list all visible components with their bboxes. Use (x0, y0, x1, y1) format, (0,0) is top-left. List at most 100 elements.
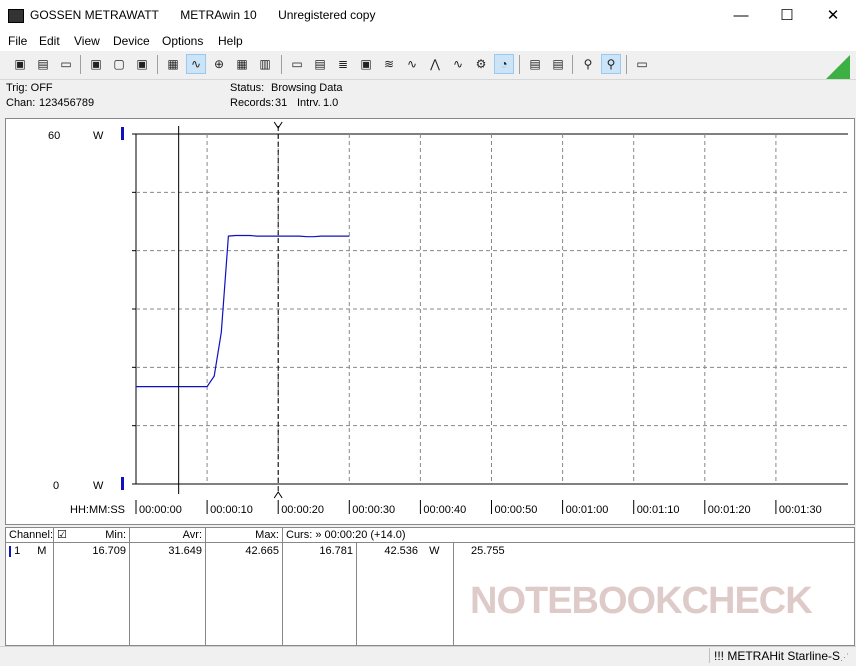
chart-cursors (178, 121, 283, 499)
y-unit-bottom: W (93, 480, 104, 492)
channel-header: Channel: (6, 528, 54, 543)
close-button[interactable]: ✕ (810, 0, 856, 31)
title-company: GOSSEN METRAWATT (30, 8, 159, 22)
min-value: 16.709 (54, 543, 130, 645)
intrv-label: Intrv. (297, 97, 321, 109)
maximize-button[interactable]: ☐ (764, 0, 810, 31)
wave-icon[interactable]: ∿ (402, 54, 422, 74)
chart-grid (135, 133, 848, 485)
new-icon[interactable]: ▣ (10, 54, 30, 74)
device-send-icon[interactable]: ▣ (132, 54, 152, 74)
toolbar-separator (519, 55, 520, 74)
title-bar: GOSSEN METRAWATT METRAwin 10 Unregistere… (0, 0, 856, 31)
app-icon[interactable] (8, 9, 24, 23)
channel-mode: M (37, 545, 47, 557)
avr-value: 31.649 (130, 543, 206, 645)
chart-series (136, 234, 350, 388)
menu-view[interactable]: View (74, 34, 100, 48)
chart-ticks (132, 133, 136, 485)
menu-bar: File Edit View Device Options Help (0, 31, 856, 51)
title-license: Unregistered copy (278, 8, 376, 22)
status-value: Browsing Data (271, 82, 343, 94)
x-axis-label: HH:MM:SS (70, 504, 125, 516)
keyboard-icon[interactable]: ▦ (163, 54, 183, 74)
table-icon[interactable]: ▦ (232, 54, 252, 74)
toolbar-separator (281, 55, 282, 74)
resize-grip-icon[interactable]: ⋰ (840, 652, 849, 663)
oscillation-icon[interactable]: ∿ (448, 54, 468, 74)
clock-icon[interactable]: ◔ (494, 54, 514, 74)
window-icon[interactable]: ▭ (287, 54, 307, 74)
channel-number: 1 (14, 545, 21, 557)
export-icon[interactable]: ▤ (310, 54, 330, 74)
line-graph-icon[interactable]: ∿ (186, 54, 206, 74)
x-tick-label: 00:01:00 (566, 504, 609, 516)
open-icon[interactable]: ▭ (56, 54, 76, 74)
checkbox-header[interactable]: ☑ Min: (54, 528, 130, 543)
status-area: Trig: OFF Chan: 123456789 Status: Browsi… (0, 80, 856, 114)
records-label: Records: (230, 97, 275, 109)
zoom-wave-icon[interactable]: ⚲ (578, 54, 598, 74)
series-line-1 (136, 234, 350, 388)
device-connect-icon[interactable]: ▣ (86, 54, 106, 74)
device-name: !!! METRAHit Starline-S (714, 649, 841, 663)
bar-icon[interactable]: ▥ (255, 54, 275, 74)
status-label: Status: (230, 82, 265, 94)
chan-value: 123456789 (39, 97, 95, 109)
power-chart[interactable]: 60 W 0 W HH:MM:SS 00:00:00 00:00:10 00:00:… (6, 119, 854, 524)
toolbar-separator (626, 55, 627, 74)
cursor-top-marker (273, 121, 283, 129)
watermark-logo: NOTEBOOKCHECK (470, 580, 813, 622)
print-preview-icon[interactable]: ▤ (548, 54, 568, 74)
chan-label: Chan: (6, 97, 36, 109)
records-value: 31 (275, 97, 288, 109)
gear-icon[interactable]: ⚙ (471, 54, 491, 74)
channel-color-marker (9, 545, 11, 557)
menu-edit[interactable]: Edit (39, 34, 60, 48)
toolbar-separator (572, 55, 573, 74)
intrv-value: 1.0 (323, 97, 339, 109)
menu-device[interactable]: Device (113, 34, 150, 48)
x-tick-label: 00:00:40 (423, 504, 466, 516)
crosshair-icon[interactable]: ⊕ (209, 54, 229, 74)
min-header: Min: (105, 529, 126, 541)
menu-help[interactable]: Help (218, 34, 243, 48)
cursor2-value: 42.536 (384, 545, 418, 557)
x-tick-label: 00:01:30 (779, 504, 822, 516)
checkbox-icon[interactable]: ☑ (57, 529, 67, 541)
toolbar: ▣ ▤ ▭ ▣ ▢ ▣ ▦ ∿ ⊕ ▦ ▥ ▭ ▤ ≣ ▣ ≋ ∿ ⋀ ∿ ⚙ … (0, 51, 856, 80)
x-tick-labels: 00:00:00 00:00:10 00:00:20 00:00:30 00:00:40… (135, 500, 822, 516)
bottom-status-bar: !!! METRAHit Starline-S ⋰ (0, 646, 856, 666)
avr-header: Avr: (130, 528, 206, 543)
comment-icon[interactable]: ▭ (632, 54, 652, 74)
max-value: 42.665 (206, 543, 283, 645)
x-tick-label: 00:00:20 (281, 504, 324, 516)
menu-options[interactable]: Options (162, 34, 203, 48)
cursor2-cell: 42.536 W (357, 543, 454, 645)
toolbar-separator (80, 55, 81, 74)
x-tick-label: 00:00:10 (210, 504, 253, 516)
toolbar-separator (157, 55, 158, 74)
x-tick-label: 00:01:10 (637, 504, 680, 516)
trig-status: Trig: OFF (6, 82, 53, 94)
list-icon[interactable]: ≣ (333, 54, 353, 74)
y-max-label: 60 (48, 130, 60, 142)
peak-icon[interactable]: ⋀ (425, 54, 445, 74)
channel-marker-bottom (121, 477, 124, 490)
computer-icon[interactable]: ▣ (356, 54, 376, 74)
menu-file[interactable]: File (8, 34, 27, 48)
device-read-icon[interactable]: ▢ (109, 54, 129, 74)
save-icon[interactable]: ▤ (33, 54, 53, 74)
zoom-active-icon[interactable]: ⚲ (601, 54, 621, 74)
statusbar-divider (709, 648, 712, 663)
channel-cell[interactable]: 1 M (6, 543, 54, 645)
print-icon[interactable]: ▤ (525, 54, 545, 74)
minimize-button[interactable]: — (718, 0, 764, 31)
signal-icon[interactable]: ≋ (379, 54, 399, 74)
y-unit-top: W (93, 130, 104, 142)
x-tick-label: 00:00:00 (139, 504, 182, 516)
channel-marker-top (121, 127, 124, 140)
title-app: METRAwin 10 (180, 8, 257, 22)
cursor-bottom-marker (273, 491, 283, 499)
chart-frame[interactable]: 60 W 0 W HH:MM:SS 00:00:00 00:00:10 00:00:… (5, 118, 855, 525)
